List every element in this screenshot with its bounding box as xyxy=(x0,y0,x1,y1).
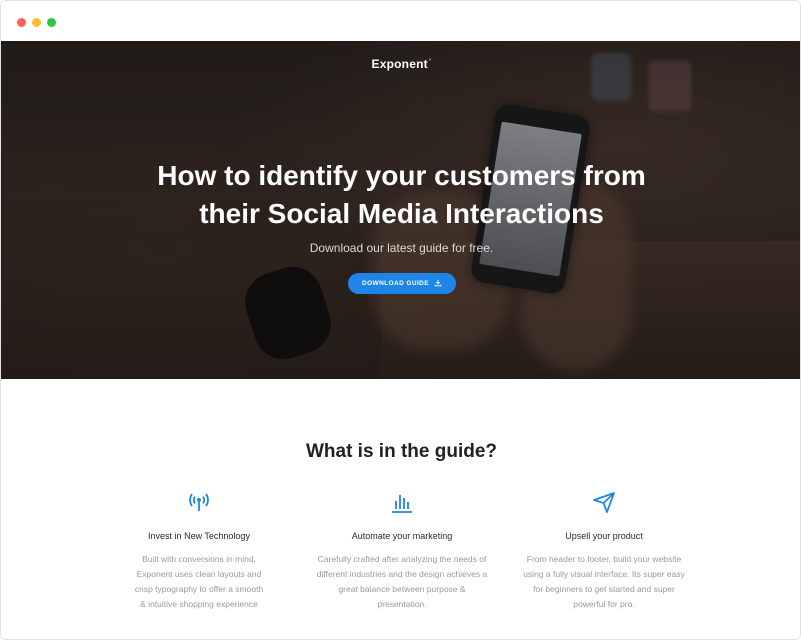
brand-name: Exponent xyxy=(371,57,428,71)
feature-description: Carefully crafted after analyzing the ne… xyxy=(316,554,488,609)
hero-title-line-1: How to identify your customers from xyxy=(157,160,646,191)
download-icon xyxy=(434,279,442,289)
feature-title: Invest in New Technology xyxy=(148,531,250,541)
browser-window: Exponent° How to identify your customers… xyxy=(0,0,801,640)
window-titlebar xyxy=(1,1,800,41)
feature-upsell-product: Upsell your product From header to foote… xyxy=(514,489,694,612)
feature-description: From header to footer, build your websit… xyxy=(523,554,685,609)
bar-chart-icon xyxy=(389,489,415,515)
hero-title: How to identify your customers from thei… xyxy=(101,157,702,233)
feature-description: Built with conversions in mind, Exponent… xyxy=(134,554,264,609)
feature-invest-technology: Invest in New Technology Built with conv… xyxy=(109,489,289,612)
feature-automate-marketing: Automate your marketing Carefully crafte… xyxy=(312,489,492,612)
download-guide-label: DOWNLOAD GUIDE xyxy=(362,280,429,287)
minimize-window-button[interactable] xyxy=(32,18,41,27)
download-guide-button[interactable]: DOWNLOAD GUIDE xyxy=(348,273,456,294)
brand-logo[interactable]: Exponent° xyxy=(1,57,800,71)
broadcast-antenna-icon xyxy=(186,489,212,515)
hero-subtitle: Download our latest guide for free. xyxy=(309,241,494,255)
close-window-button[interactable] xyxy=(17,18,26,27)
brand-mark: ° xyxy=(428,59,432,65)
feature-title: Automate your marketing xyxy=(351,531,453,541)
section-title: What is in the guide? xyxy=(305,441,498,462)
hero-section: Exponent° How to identify your customers… xyxy=(1,41,800,379)
paper-plane-icon xyxy=(591,489,617,515)
hero-title-line-2: their Social Media Interactions xyxy=(199,198,604,229)
maximize-window-button[interactable] xyxy=(47,18,56,27)
feature-title: Upsell your product xyxy=(565,531,643,541)
